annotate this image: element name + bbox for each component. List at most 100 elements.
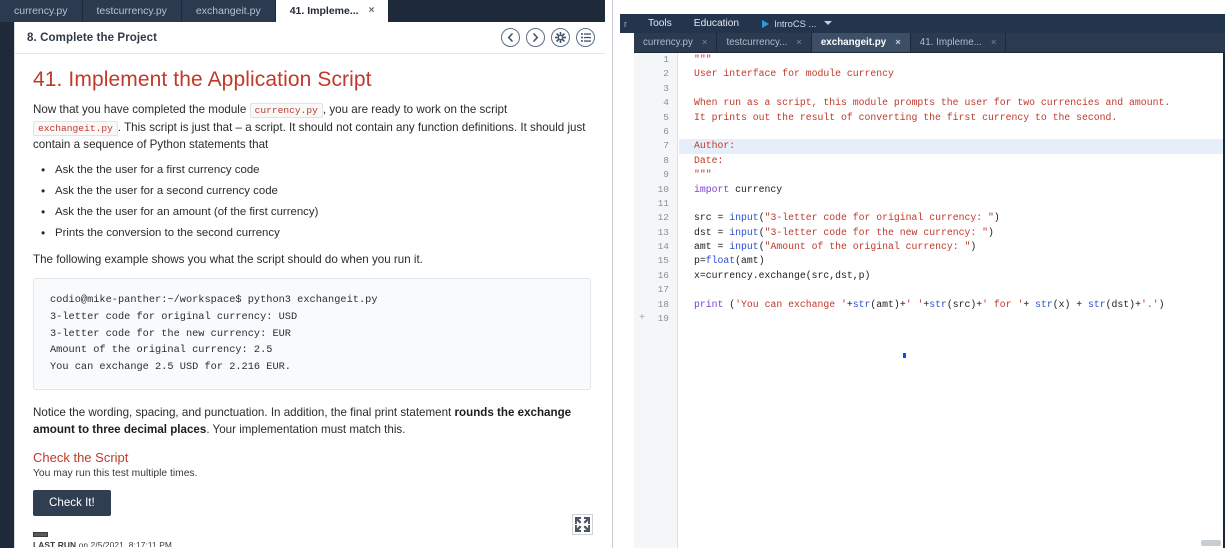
code-line[interactable]: Author: xyxy=(679,139,1223,154)
panel-divider[interactable] xyxy=(605,0,620,548)
code-token: """ xyxy=(694,54,712,65)
line-number: 2 xyxy=(663,68,669,80)
code-line[interactable]: When run as a script, this module prompt… xyxy=(694,96,1223,110)
code-token: str xyxy=(852,298,871,310)
terminal-line: codio@mike-panther:~/workspace$ python3 … xyxy=(50,294,378,307)
line-number: 9 xyxy=(663,169,669,181)
guide-panel: currency.py testcurrency.py exchangeit.py 4… xyxy=(0,0,605,548)
fold-marker-icon[interactable]: + xyxy=(639,312,645,326)
line-number: 10 xyxy=(657,183,669,195)
code-line[interactable]: x=currency.exchange(src,dst,p) xyxy=(694,269,1223,283)
close-icon[interactable]: × xyxy=(702,33,708,53)
close-icon[interactable]: × xyxy=(991,33,997,53)
guide-tab-3[interactable]: 41. Impleme... × xyxy=(275,0,390,22)
app-root: currency.py testcurrency.py exchangeit.py 4… xyxy=(0,0,1225,548)
line-number: 15 xyxy=(657,255,669,267)
tab-label: exchangeit.py xyxy=(820,36,887,48)
code-token: ) xyxy=(1158,298,1165,310)
requirement-item: Ask the the user for a first currency co… xyxy=(33,163,591,177)
gear-icon[interactable] xyxy=(551,28,570,47)
editor-tab-3[interactable]: 41. Impleme... × xyxy=(911,33,1007,52)
code-line[interactable] xyxy=(694,82,1223,96)
guide-tab-2[interactable]: exchangeit.py xyxy=(181,0,276,22)
line-number: 16 xyxy=(657,269,669,281)
guide-heading: 41. Implement the Application Script xyxy=(33,68,372,91)
caret-down-icon[interactable] xyxy=(824,21,833,25)
code-line[interactable]: import currency xyxy=(694,183,1223,197)
notice-text-b: . Your implementation must match this. xyxy=(206,423,406,437)
code-token: str xyxy=(929,298,947,310)
editor-tab-0[interactable]: currency.py × xyxy=(634,33,718,53)
code-line[interactable] xyxy=(694,283,1223,297)
code-token: input xyxy=(729,212,759,224)
requirements-list: Ask the the user for a first currency co… xyxy=(33,163,591,240)
code-token: Date: xyxy=(694,154,724,166)
guide-tabbar: currency.py testcurrency.py exchangeit.py 4… xyxy=(0,0,605,22)
horizontal-scrollbar[interactable] xyxy=(1201,540,1221,546)
editor-tab-1[interactable]: testcurrency... × xyxy=(717,33,812,53)
guide-body: 8. Complete the Project 41. Implement th… xyxy=(14,22,605,548)
code-line[interactable] xyxy=(694,125,1223,139)
editor-tabbar: currency.py × testcurrency... × exchangeit.p… xyxy=(634,33,1225,53)
code-token: str xyxy=(1035,298,1053,310)
close-icon[interactable]: × xyxy=(369,0,375,22)
code-token: Author: xyxy=(694,140,736,152)
code-token: print xyxy=(694,298,730,310)
code-line[interactable]: dst = input("3-letter code for the new c… xyxy=(694,226,1223,240)
line-number: 1 xyxy=(663,54,669,65)
guide-header-icons xyxy=(501,28,595,47)
code-token: dst = xyxy=(694,226,730,238)
terminal-line: 3-letter code for the new currency: EUR xyxy=(50,327,291,340)
ide-menubar: r Tools Education IntroCS ... xyxy=(620,14,1225,33)
line-number: 7 xyxy=(663,140,669,152)
code-line[interactable]: p=float(amt) xyxy=(694,254,1223,268)
prev-chevron-icon[interactable] xyxy=(501,28,520,47)
code-token: x=currency.exchange(src,dst,p) xyxy=(694,269,871,281)
menu-item-education[interactable]: Education xyxy=(683,14,750,33)
fullscreen-expand-icon[interactable] xyxy=(571,513,593,535)
code-token: (amt) xyxy=(870,298,900,310)
check-it-button[interactable]: Check It! xyxy=(33,490,111,517)
guide-tab-1[interactable]: testcurrency.py xyxy=(82,0,182,22)
code-token: It prints out the result of converting t… xyxy=(694,111,1118,123)
close-icon[interactable]: × xyxy=(895,33,901,53)
code-line[interactable]: src = input("3-letter code for original … xyxy=(694,211,1223,225)
guide-tab-0[interactable]: currency.py xyxy=(0,0,83,22)
code-token: ) xyxy=(987,226,994,238)
line-number: 11 xyxy=(657,197,669,209)
guide-intro-paragraph: Now that you have completed the module c… xyxy=(33,101,591,154)
code-token: (src) xyxy=(946,298,977,310)
code-line[interactable] xyxy=(694,197,1223,211)
code-token: str xyxy=(1088,298,1106,310)
code-line[interactable] xyxy=(694,312,1223,326)
code-line[interactable]: print ('You can exchange '+str(amt)+' '+… xyxy=(694,298,1223,312)
project-selector[interactable]: IntroCS ... xyxy=(762,18,833,29)
code-token: + xyxy=(1023,298,1036,310)
requirement-item: Ask the the user for a second currency c… xyxy=(33,184,591,198)
code-token: ' ' xyxy=(905,298,924,310)
requirement-item: Prints the conversion to the second curr… xyxy=(33,226,591,240)
code-token: ' for ' xyxy=(982,298,1024,310)
code-line[interactable]: """ xyxy=(694,53,1223,67)
play-icon[interactable] xyxy=(762,19,770,28)
code-token: input xyxy=(729,241,759,253)
code-token: "3-letter code for original currency: " xyxy=(764,212,994,224)
menubar-left-edge: r xyxy=(624,18,627,29)
next-chevron-icon[interactable] xyxy=(526,28,545,47)
editor-gutter: 1 2 3 4 5 6 7 8 9 10 11 12 13 14 15 16 17 18 19 + xyxy=(634,53,678,548)
code-editor[interactable]: 1 2 3 4 5 6 7 8 9 10 11 12 13 14 15 16 17 18 19 + """ User i… xyxy=(634,53,1225,548)
code-line[interactable]: Date: xyxy=(694,154,1223,168)
close-icon[interactable]: × xyxy=(796,33,802,53)
menu-item-tools[interactable]: Tools xyxy=(637,14,683,33)
code-line[interactable]: """ xyxy=(694,168,1223,182)
code-line[interactable]: User interface for module currency xyxy=(694,67,1223,81)
tab-label: currency.py xyxy=(643,36,693,48)
list-icon[interactable] xyxy=(576,28,595,47)
tab-label: exchangeit.py xyxy=(195,5,261,17)
code-line[interactable]: It prints out the result of converting t… xyxy=(694,111,1223,125)
editor-code-area[interactable]: """ User interface for module currency Wh… xyxy=(679,53,1223,548)
code-line[interactable]: amt = input("Amount of the original curr… xyxy=(694,240,1223,254)
code-token: "Amount of the original currency: " xyxy=(764,241,971,253)
code-token: p= xyxy=(694,255,706,267)
editor-tab-2[interactable]: exchangeit.py × xyxy=(811,33,911,53)
